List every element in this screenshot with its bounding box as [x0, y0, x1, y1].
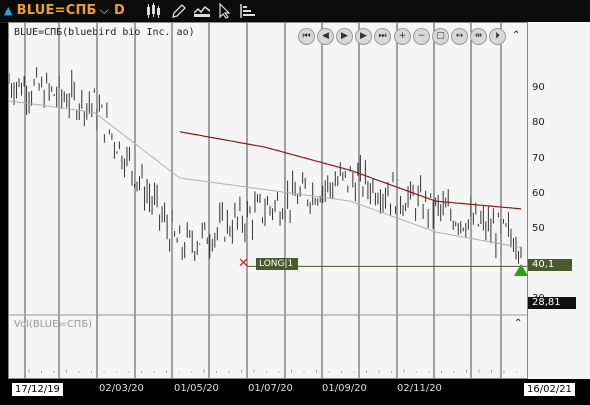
candlestick-icon[interactable] — [145, 3, 161, 19]
end-date-box: 16/02/21 — [524, 383, 575, 396]
symbol-selector[interactable]: ▲ BLUE=СПБ ⌵ D — [4, 3, 125, 18]
price-axis: 90 80 70 60 50 40 30 — [528, 22, 590, 379]
compress-icon[interactable]: ⇹ — [470, 28, 487, 45]
ytick: 80 — [532, 117, 545, 128]
chart-toolbar: ▲ BLUE=СПБ ⌵ D — [0, 0, 590, 23]
ytick: 90 — [532, 82, 545, 93]
period-selector[interactable]: D — [114, 3, 125, 18]
ytick: 60 — [532, 188, 545, 199]
collapse-volume-icon[interactable]: ⌃ — [514, 318, 522, 329]
xtick: 02/11/20 — [397, 383, 442, 394]
xtick: 01/05/20 — [174, 383, 219, 394]
fit-icon[interactable]: ▢ — [432, 28, 449, 45]
zoom-in-icon[interactable]: + — [394, 28, 411, 45]
settings-bars-icon[interactable] — [239, 3, 255, 19]
fast-forward-icon[interactable]: ⏭ — [374, 28, 391, 45]
end-icon[interactable]: ⏵ — [489, 28, 506, 45]
zoom-out-icon[interactable]: − — [413, 28, 430, 45]
forward-icon[interactable]: ▶ — [355, 28, 372, 45]
chevron-down-icon[interactable]: ⌵ — [100, 3, 109, 17]
ytick: 50 — [532, 223, 545, 234]
ytick: 70 — [532, 153, 545, 164]
xtick: 02/03/20 — [99, 383, 144, 394]
low-price-tag: 28,81 — [528, 297, 576, 309]
cursor-icon[interactable] — [217, 3, 233, 19]
start-date-box: 17/12/19 — [12, 383, 63, 396]
time-axis: 02/03/20 01/05/20 01/07/20 01/09/20 02/1… — [0, 379, 590, 405]
xtick: 01/07/20 — [248, 383, 293, 394]
play-icon[interactable]: ▶ — [336, 28, 353, 45]
symbol-name: BLUE=СПБ — [16, 3, 97, 18]
chart-symbol-label: BLUE=СПБ(bluebird bio Inc. ao) — [14, 27, 195, 38]
buy-arrow-icon — [514, 264, 528, 276]
xtick: 01/09/20 — [322, 383, 367, 394]
prev-icon[interactable]: ◀ — [317, 28, 334, 45]
draw-pen-icon[interactable] — [171, 3, 187, 19]
triangle-icon: ▲ — [4, 4, 13, 17]
long-position-label[interactable]: LONG|1 — [256, 258, 298, 270]
expand-icon[interactable]: ↔ — [451, 28, 468, 45]
rewind-icon[interactable]: ⏮ — [298, 28, 315, 45]
stop-x-icon: ✕ — [238, 256, 249, 271]
volume-panel-label: Vol(BLUE=СПБ) — [14, 319, 93, 330]
last-price-tag: 40,1 — [528, 259, 572, 271]
indicator-icon[interactable] — [194, 3, 210, 19]
collapse-panel-icon[interactable]: ⌃ — [512, 30, 520, 41]
long-ma-line — [179, 131, 522, 210]
